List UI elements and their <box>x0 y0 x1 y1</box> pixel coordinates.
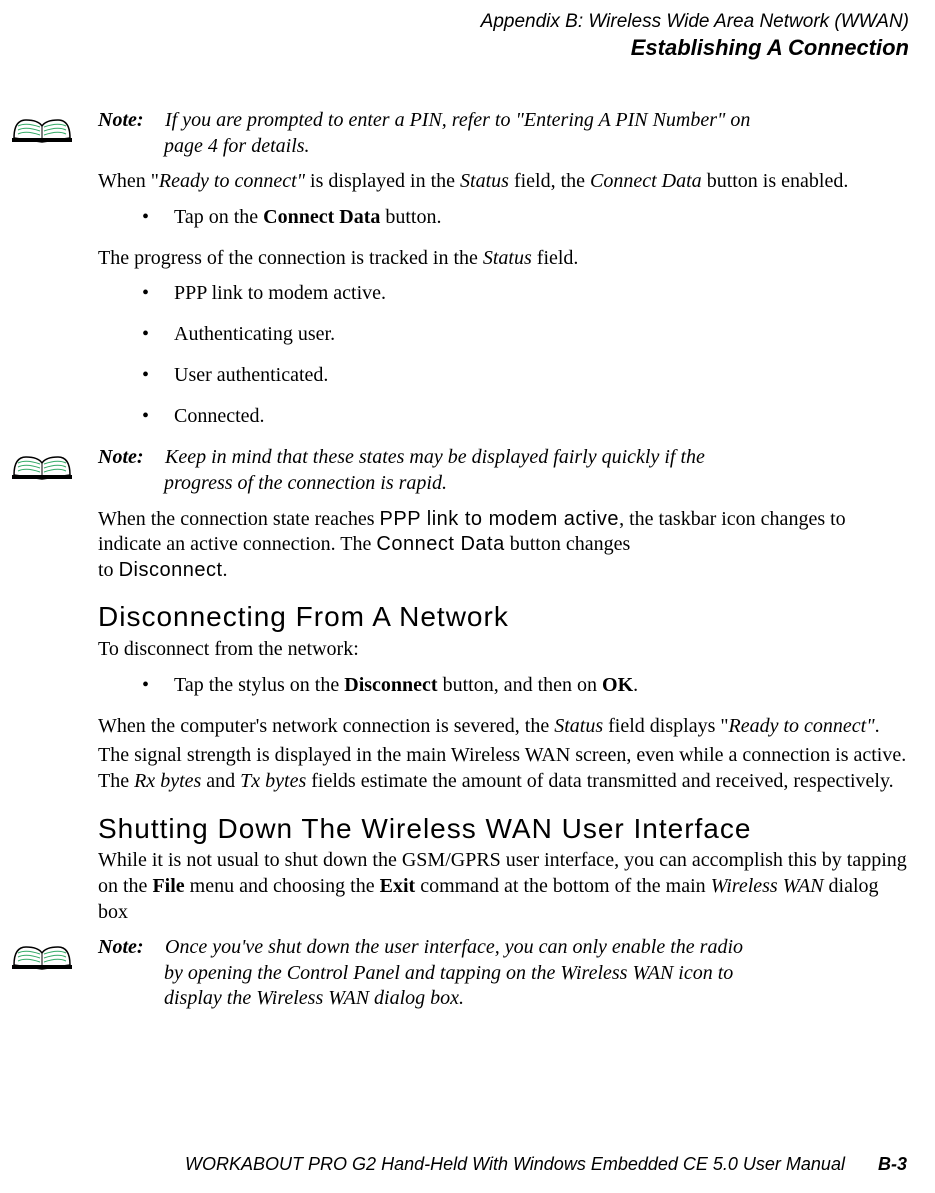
list-item: Authenticating user. <box>98 322 907 347</box>
text: fields estimate the amount of data trans… <box>306 770 893 792</box>
paragraph-ready: When "Ready to connect" is displayed in … <box>98 169 907 195</box>
text: button is enabled. <box>702 170 849 192</box>
text-italic: Tx bytes <box>240 770 306 792</box>
text-bold: Exit <box>380 875 416 897</box>
page-footer: WORKABOUT PRO G2 Hand-Held With Windows … <box>0 1154 907 1175</box>
note-text-1b: page 4 for details. <box>98 134 907 160</box>
bullet-list-states: PPP link to modem active. Authenticating… <box>98 281 907 429</box>
note-text-3c: display the Wireless WAN dialog box. <box>98 986 907 1012</box>
footer-title: WORKABOUT PRO G2 Hand-Held With Windows … <box>185 1154 845 1174</box>
text-bold: Disconnect <box>344 674 437 696</box>
text: When the computer's network connection i… <box>98 715 554 737</box>
text-bold: OK <box>602 674 633 696</box>
text: Tap on the <box>174 206 263 228</box>
text: . <box>875 715 880 737</box>
note-text-2a: Keep in mind that these states may be di… <box>165 446 705 468</box>
note-block-3: Note: Once you've shut down the user int… <box>98 935 907 1012</box>
text: When the connection state reaches <box>98 508 380 530</box>
paragraph-disconnect-intro: To disconnect from the network: <box>98 637 907 663</box>
paragraph-shutdown: While it is not usual to shut down the G… <box>98 848 907 925</box>
paragraph-signal: The signal strength is displayed in the … <box>98 743 907 794</box>
text: Tap the stylus on the <box>174 674 344 696</box>
text-condensed: Connect Data <box>376 533 504 555</box>
note-body-3: Note: Once you've shut down the user int… <box>98 935 907 1012</box>
note-label: Note: <box>98 445 160 471</box>
note-text-2b: progress of the connection is rapid. <box>98 471 907 497</box>
text: field. <box>532 247 579 269</box>
text-italic: Ready to connect" <box>729 715 875 737</box>
bullet-list-disconnect: Tap the stylus on the Disconnect button,… <box>98 673 907 698</box>
heading-shutdown: Shutting Down The Wireless WAN User Inte… <box>98 811 907 847</box>
text: menu and choosing the <box>185 875 380 897</box>
list-item: User authenticated. <box>98 363 907 388</box>
text: field, the <box>509 170 590 192</box>
heading-disconnect: Disconnecting From A Network <box>98 599 907 635</box>
text: is displayed in the <box>305 170 460 192</box>
paragraph-progress: The progress of the connection is tracke… <box>98 246 907 272</box>
text: The progress of the connection is tracke… <box>98 247 483 269</box>
text: When " <box>98 170 159 192</box>
text-italic: Ready to connect" <box>159 170 305 192</box>
text-condensed: PPP link to modem active <box>380 508 620 530</box>
page-header: Appendix B: Wireless Wide Area Network (… <box>0 10 909 61</box>
book-icon <box>12 937 72 973</box>
list-item: PPP link to modem active. <box>98 281 907 306</box>
note-text-1a: If you are prompted to enter a PIN, refe… <box>165 109 750 131</box>
text-italic: Status <box>483 247 532 269</box>
note-block-2: Note: Keep in mind that these states may… <box>98 445 907 496</box>
note-label: Note: <box>98 935 160 961</box>
text: command at the bottom of the main <box>415 875 711 897</box>
text-italic: Status <box>460 170 509 192</box>
text-italic: Connect Data <box>590 170 702 192</box>
book-icon <box>12 110 72 146</box>
text: . <box>223 559 228 581</box>
note-body-2: Note: Keep in mind that these states may… <box>98 445 907 496</box>
paragraph-state: When the connection state reaches PPP li… <box>98 507 907 584</box>
text: button changes <box>505 533 631 555</box>
list-item: Tap the stylus on the Disconnect button,… <box>98 673 907 698</box>
page-content: Note: If you are prompted to enter a PIN… <box>98 108 907 1022</box>
text: and <box>201 770 240 792</box>
note-block-1: Note: If you are prompted to enter a PIN… <box>98 108 907 159</box>
list-item: Tap on the Connect Data button. <box>98 205 907 230</box>
text-italic: Status <box>554 715 603 737</box>
text: button, and then on <box>438 674 602 696</box>
text-italic: Wireless WAN <box>711 875 824 897</box>
text-bold: Connect Data <box>263 206 380 228</box>
list-item: Connected. <box>98 404 907 429</box>
text: to <box>98 559 119 581</box>
page: Appendix B: Wireless Wide Area Network (… <box>0 0 935 1193</box>
header-line-2: Establishing A Connection <box>0 34 909 62</box>
footer-page-number: B-3 <box>878 1154 907 1174</box>
bullet-list-1: Tap on the Connect Data button. <box>98 205 907 230</box>
text: button. <box>380 206 441 228</box>
note-text-3b: by opening the Control Panel and tapping… <box>98 961 907 987</box>
book-icon <box>12 447 72 483</box>
text-condensed: Disconnect <box>119 559 223 581</box>
text-italic: Rx bytes <box>134 770 201 792</box>
paragraph-severed: When the computer's network connection i… <box>98 714 907 740</box>
text: field displays " <box>603 715 728 737</box>
note-body-1: Note: If you are prompted to enter a PIN… <box>98 108 907 159</box>
note-label: Note: <box>98 108 160 134</box>
text-bold: File <box>152 875 184 897</box>
header-line-1: Appendix B: Wireless Wide Area Network (… <box>0 10 909 34</box>
note-text-3a: Once you've shut down the user interface… <box>165 936 743 958</box>
text: . <box>633 674 638 696</box>
